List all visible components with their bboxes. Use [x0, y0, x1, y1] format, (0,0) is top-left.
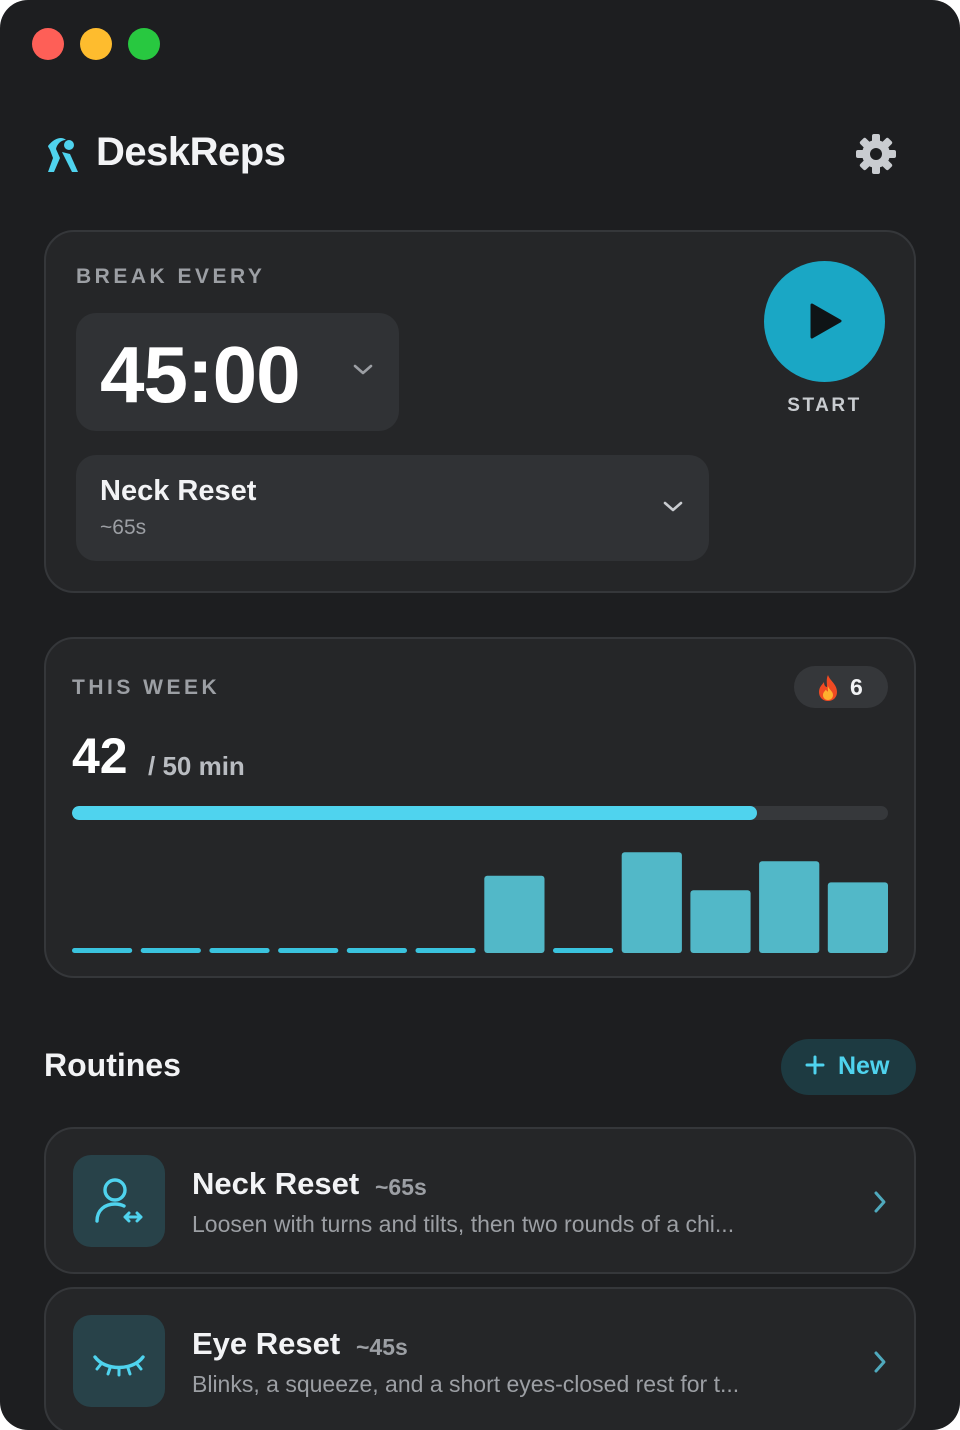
new-routine-button[interactable]: New — [781, 1039, 916, 1095]
routine-description: Loosen with turns and tilts, then two ro… — [192, 1211, 735, 1237]
closed-eye-icon — [93, 1355, 145, 1377]
routine-icon-tile — [73, 1155, 165, 1247]
plus-icon — [805, 1055, 825, 1075]
selected-routine-duration: ~65s — [100, 516, 147, 539]
activity-bar — [72, 948, 133, 953]
week-goal: / 50 min — [148, 751, 245, 781]
break-every-label: BREAK EVERY — [76, 265, 266, 288]
play-icon — [810, 303, 842, 339]
activity-bar-chart — [72, 852, 888, 953]
figure-icon — [48, 138, 78, 172]
close-window-button[interactable] — [32, 28, 64, 60]
minimize-window-button[interactable] — [80, 28, 112, 60]
new-routine-label: New — [838, 1052, 890, 1080]
streak-badge: 6 — [794, 666, 888, 708]
window-controls — [32, 28, 160, 60]
gear-icon[interactable] — [854, 132, 898, 176]
chevron-right-icon — [874, 1191, 886, 1213]
routine-select[interactable]: Neck Reset ~65s — [76, 455, 709, 561]
flame-icon — [819, 675, 837, 701]
activity-bar — [415, 948, 476, 953]
routine-description: Blinks, a squeeze, and a short eyes-clos… — [192, 1371, 740, 1397]
weekly-progress-fill — [72, 806, 758, 820]
app-title: DeskReps — [96, 130, 286, 174]
activity-bar — [346, 948, 407, 953]
interval-select[interactable]: 45:00 — [76, 313, 399, 431]
routine-duration: ~45s — [356, 1334, 408, 1360]
weekly-progress-bar — [72, 806, 888, 820]
chevron-right-icon — [874, 1351, 886, 1373]
week-minutes: 42 — [72, 728, 128, 784]
start-button[interactable] — [764, 261, 885, 382]
app-window: DeskReps BREAK EVERY 45:00 Neck Reset ~6… — [0, 0, 960, 1430]
weekly-summary-card: THIS WEEK 6 42 / 50 min — [44, 637, 916, 978]
selected-routine-name: Neck Reset — [100, 475, 257, 507]
activity-bar — [690, 890, 751, 953]
activity-bar — [759, 861, 820, 953]
activity-bar — [827, 882, 888, 953]
streak-count: 6 — [850, 674, 863, 700]
routine-item-eye-reset[interactable]: Eye Reset ~45s Blinks, a squeeze, and a … — [44, 1287, 916, 1430]
start-label: START — [787, 395, 862, 416]
activity-bar — [209, 948, 270, 953]
routine-duration: ~65s — [375, 1174, 427, 1200]
routine-item-neck-reset[interactable]: Neck Reset ~65s Loosen with turns and ti… — [44, 1127, 916, 1274]
chevron-down-icon — [353, 364, 373, 375]
routine-name: Neck Reset — [192, 1166, 360, 1201]
interval-value: 45:00 — [100, 330, 301, 419]
app-header: DeskReps — [44, 128, 916, 180]
routines-title: Routines — [44, 1047, 181, 1083]
break-timer-card: BREAK EVERY 45:00 Neck Reset ~65s START — [44, 230, 916, 593]
routine-icon-tile — [73, 1315, 165, 1407]
activity-bar — [553, 948, 614, 953]
activity-bar — [484, 875, 545, 953]
this-week-label: THIS WEEK — [72, 676, 221, 699]
person-icon — [95, 1178, 143, 1223]
activity-bar — [278, 948, 339, 953]
activity-bar — [140, 948, 201, 953]
activity-bar — [621, 852, 682, 953]
zoom-window-button[interactable] — [128, 28, 160, 60]
chevron-down-icon — [663, 501, 683, 512]
routine-name: Eye Reset — [192, 1326, 341, 1361]
